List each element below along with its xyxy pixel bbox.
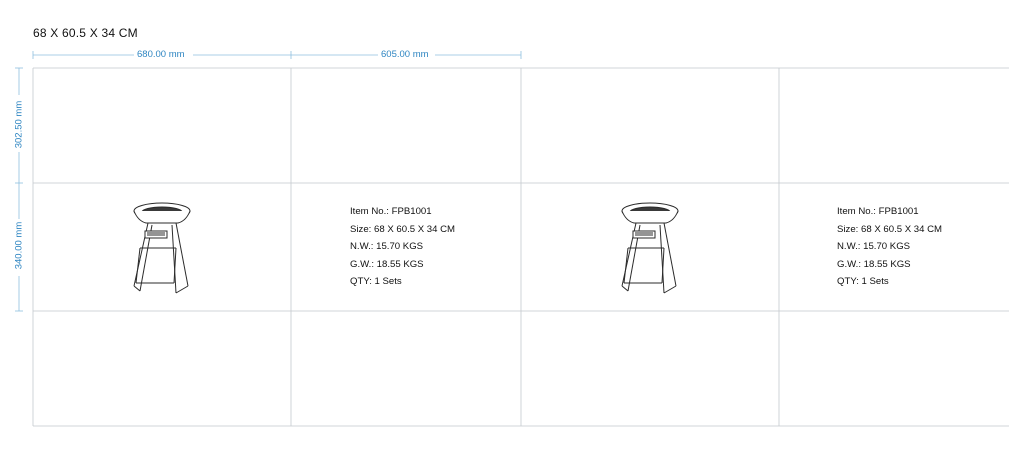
gross-weight: G.W.: 18.55 KGS xyxy=(350,258,424,270)
net-weight: N.W.: 15.70 KGS xyxy=(837,241,911,252)
item-number: Item No.: FPB1001 xyxy=(837,206,919,217)
net-weight: N.W.: 15.70 KGS xyxy=(350,241,424,252)
fire-pit-icon xyxy=(621,202,679,294)
fire-pit-icon xyxy=(133,202,191,294)
quantity: QTY: 1 Sets xyxy=(837,276,889,287)
item-number: Item No.: FPB1001 xyxy=(350,206,432,217)
quantity: QTY: 1 Sets xyxy=(350,276,402,287)
item-size: Size: 68 X 60.5 X 34 CM xyxy=(350,223,456,235)
item-size: Size: 68 X 60.5 X 34 CM xyxy=(837,223,943,235)
gross-weight: G.W.: 18.55 KGS xyxy=(837,258,911,270)
product-info-panel: Item No.: FPB1001 Size: 68 X 60.5 X 34 C… xyxy=(350,203,455,291)
product-info-panel: Item No.: FPB1001 Size: 68 X 60.5 X 34 C… xyxy=(837,203,942,291)
